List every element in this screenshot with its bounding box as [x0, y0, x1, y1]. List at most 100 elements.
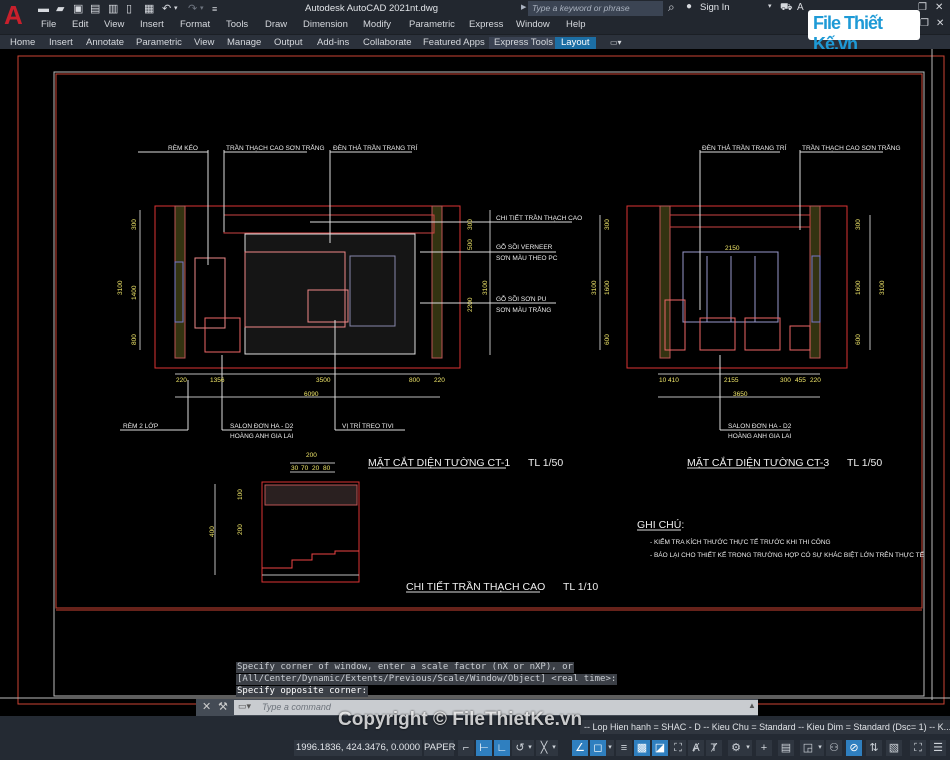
menu-parametric[interactable]: Parametric: [409, 19, 455, 30]
note-item: - BÁO LẠI CHO THIẾT KẾ TRONG TRƯỜNG HỢP …: [650, 549, 925, 559]
osnap-dropdown-icon[interactable]: ▾: [606, 740, 614, 756]
redo-dropdown-icon[interactable]: ▾: [200, 3, 204, 15]
quick-properties-dropdown-icon[interactable]: ▾: [816, 740, 824, 756]
customization-menu-icon[interactable]: ☰: [930, 740, 946, 756]
drawing-canvas[interactable]: RÈM KÉO TRẦN THẠCH CAO SƠN TRẮNG ĐÈN THẢ…: [0, 49, 950, 715]
coordinates-readout[interactable]: 1996.1836, 424.3476, 0.0000: [294, 740, 422, 756]
menu-modify[interactable]: Modify: [363, 19, 391, 30]
open-icon[interactable]: ▰: [56, 3, 64, 15]
paper-space-toggle[interactable]: PAPER: [424, 740, 456, 756]
tab-output[interactable]: Output: [272, 37, 305, 49]
redo-icon[interactable]: ↷: [188, 3, 197, 15]
grid-snap-icon[interactable]: ⊢: [476, 740, 492, 756]
selection-cycling-icon[interactable]: ◪: [652, 740, 668, 756]
annotation-scale-icon[interactable]: Ⱦ: [706, 740, 722, 756]
restore-doc-icon[interactable]: ❐: [920, 18, 929, 29]
menu-draw[interactable]: Draw: [265, 19, 287, 30]
auto-scale-icon[interactable]: Ⱥ: [688, 740, 704, 756]
print-icon[interactable]: ▦: [144, 3, 154, 15]
save-as-icon[interactable]: ▤: [90, 3, 100, 15]
dim-ct1-left-total: 3100: [117, 280, 124, 295]
close-doc-icon[interactable]: ✕: [936, 18, 944, 29]
command-history-line: Specify corner of window, enter a scale …: [236, 662, 574, 673]
dim-ct1-right-500: 500: [467, 239, 474, 250]
close-app-icon[interactable]: ✕: [935, 2, 943, 13]
title-frame: [53, 71, 925, 697]
polar-dropdown-icon[interactable]: ▾: [526, 740, 534, 756]
menu-help[interactable]: Help: [566, 19, 586, 30]
isometric-dropdown-icon[interactable]: ▾: [550, 740, 558, 756]
dim-ct1-left-800: 800: [131, 334, 138, 345]
ortho-icon[interactable]: ∟: [494, 740, 510, 756]
menu-tools[interactable]: Tools: [226, 19, 248, 30]
customize-wrench-icon[interactable]: ⚒: [218, 700, 228, 713]
cart-icon[interactable]: ⛟: [780, 2, 793, 15]
close-command-icon[interactable]: ✕: [202, 700, 211, 713]
tab-layout[interactable]: Layout: [555, 37, 596, 49]
workspace-dropdown-icon[interactable]: ▾: [744, 740, 752, 756]
menu-view[interactable]: View: [104, 19, 124, 30]
save-icon[interactable]: ▣: [73, 3, 83, 15]
search-expand-icon[interactable]: ▶: [521, 3, 526, 11]
lineweight-icon[interactable]: ≡: [616, 740, 632, 756]
tab-add-ins[interactable]: Add-ins: [315, 37, 351, 49]
annotation-visibility-icon[interactable]: ⛶: [670, 740, 686, 756]
dim-ct3-right-600: 600: [855, 334, 862, 345]
search-icon[interactable]: ⌕: [668, 0, 675, 15]
tab-annotate[interactable]: Annotate: [84, 37, 126, 49]
title-ct1: MẶT CẮT DIỆN TƯỜNG CT-1: [368, 456, 510, 469]
menu-format[interactable]: Format: [180, 19, 210, 30]
plot-preview-icon[interactable]: ▥: [108, 3, 118, 15]
command-history-up-icon[interactable]: ▲: [748, 701, 756, 710]
tab-home[interactable]: Home: [8, 37, 37, 49]
workspace-gear-icon[interactable]: ⚙: [728, 740, 744, 756]
menu-window[interactable]: Window: [516, 19, 550, 30]
ct3-label-salon: SALON ĐƠN HA - D2: [728, 423, 792, 430]
autocad-logo-icon[interactable]: A: [4, 2, 28, 28]
clean-screen-icon[interactable]: ▧: [886, 740, 902, 756]
units-icon[interactable]: ▤: [778, 740, 794, 756]
tab-insert[interactable]: Insert: [47, 37, 75, 49]
ribbon-display-options-icon[interactable]: ▭▾: [608, 37, 624, 49]
customize-icon[interactable]: ≡: [212, 3, 217, 15]
tab-collaborate[interactable]: Collaborate: [361, 37, 414, 49]
graphics-performance-icon[interactable]: ⇅: [866, 740, 882, 756]
fullscreen-icon[interactable]: ⛶: [910, 740, 926, 756]
tab-view[interactable]: View: [192, 37, 216, 49]
undo-dropdown-icon[interactable]: ▾: [174, 3, 178, 15]
dim-ct1-left-300: 300: [131, 219, 138, 230]
object-snap-icon[interactable]: ◻: [590, 740, 606, 756]
tab-manage[interactable]: Manage: [225, 37, 263, 49]
object-snap-tracking-icon[interactable]: ∠: [572, 740, 588, 756]
menu-express[interactable]: Express: [469, 19, 503, 30]
command-prompt-icon[interactable]: ▭▾: [238, 701, 251, 712]
tab-express-tools[interactable]: Express Tools: [489, 37, 558, 49]
menu-dimension[interactable]: Dimension: [303, 19, 348, 30]
menu-edit[interactable]: Edit: [72, 19, 88, 30]
transparency-icon[interactable]: ▩: [634, 740, 650, 756]
model-space-icon[interactable]: ⌐: [458, 740, 474, 756]
dim-detail-200: 200: [306, 452, 317, 459]
dim-ct1-220a: 220: [176, 377, 187, 384]
isolate-objects-icon[interactable]: ⚇: [826, 740, 842, 756]
sign-in-dropdown-icon[interactable]: ▾: [768, 2, 772, 10]
label-son-mau-trang: SƠN MÀU TRẮNG: [496, 305, 551, 314]
share-icon[interactable]: ▯: [126, 3, 132, 15]
label-tran-thach-cao: TRẦN THẠCH CAO SƠN TRẮNG: [226, 142, 325, 152]
sign-in-button[interactable]: Sign In: [700, 2, 730, 13]
tab-featured-apps[interactable]: Featured Apps: [421, 37, 487, 49]
search-input[interactable]: Type a keyword or phrase: [528, 1, 663, 16]
layer-info: -- Lop Hien hanh = SHAC - D -- Kieu Chu …: [580, 720, 950, 734]
elevation-ct1: [120, 150, 572, 431]
watermark-logo: File Thiết Kế.vn: [808, 10, 920, 54]
menu-insert[interactable]: Insert: [140, 19, 164, 30]
annotation-monitor-icon[interactable]: +: [756, 740, 772, 756]
dim-ct3-410: 410: [668, 377, 679, 384]
undo-icon[interactable]: ↶: [162, 3, 171, 15]
autodesk-app-icon[interactable]: A: [797, 2, 804, 13]
tab-parametric[interactable]: Parametric: [134, 37, 184, 49]
menu-file[interactable]: File: [41, 19, 56, 30]
hardware-acceleration-icon[interactable]: ⊘: [846, 740, 862, 756]
quick-properties-icon[interactable]: ◲: [800, 740, 816, 756]
new-icon[interactable]: ▬: [38, 3, 49, 15]
